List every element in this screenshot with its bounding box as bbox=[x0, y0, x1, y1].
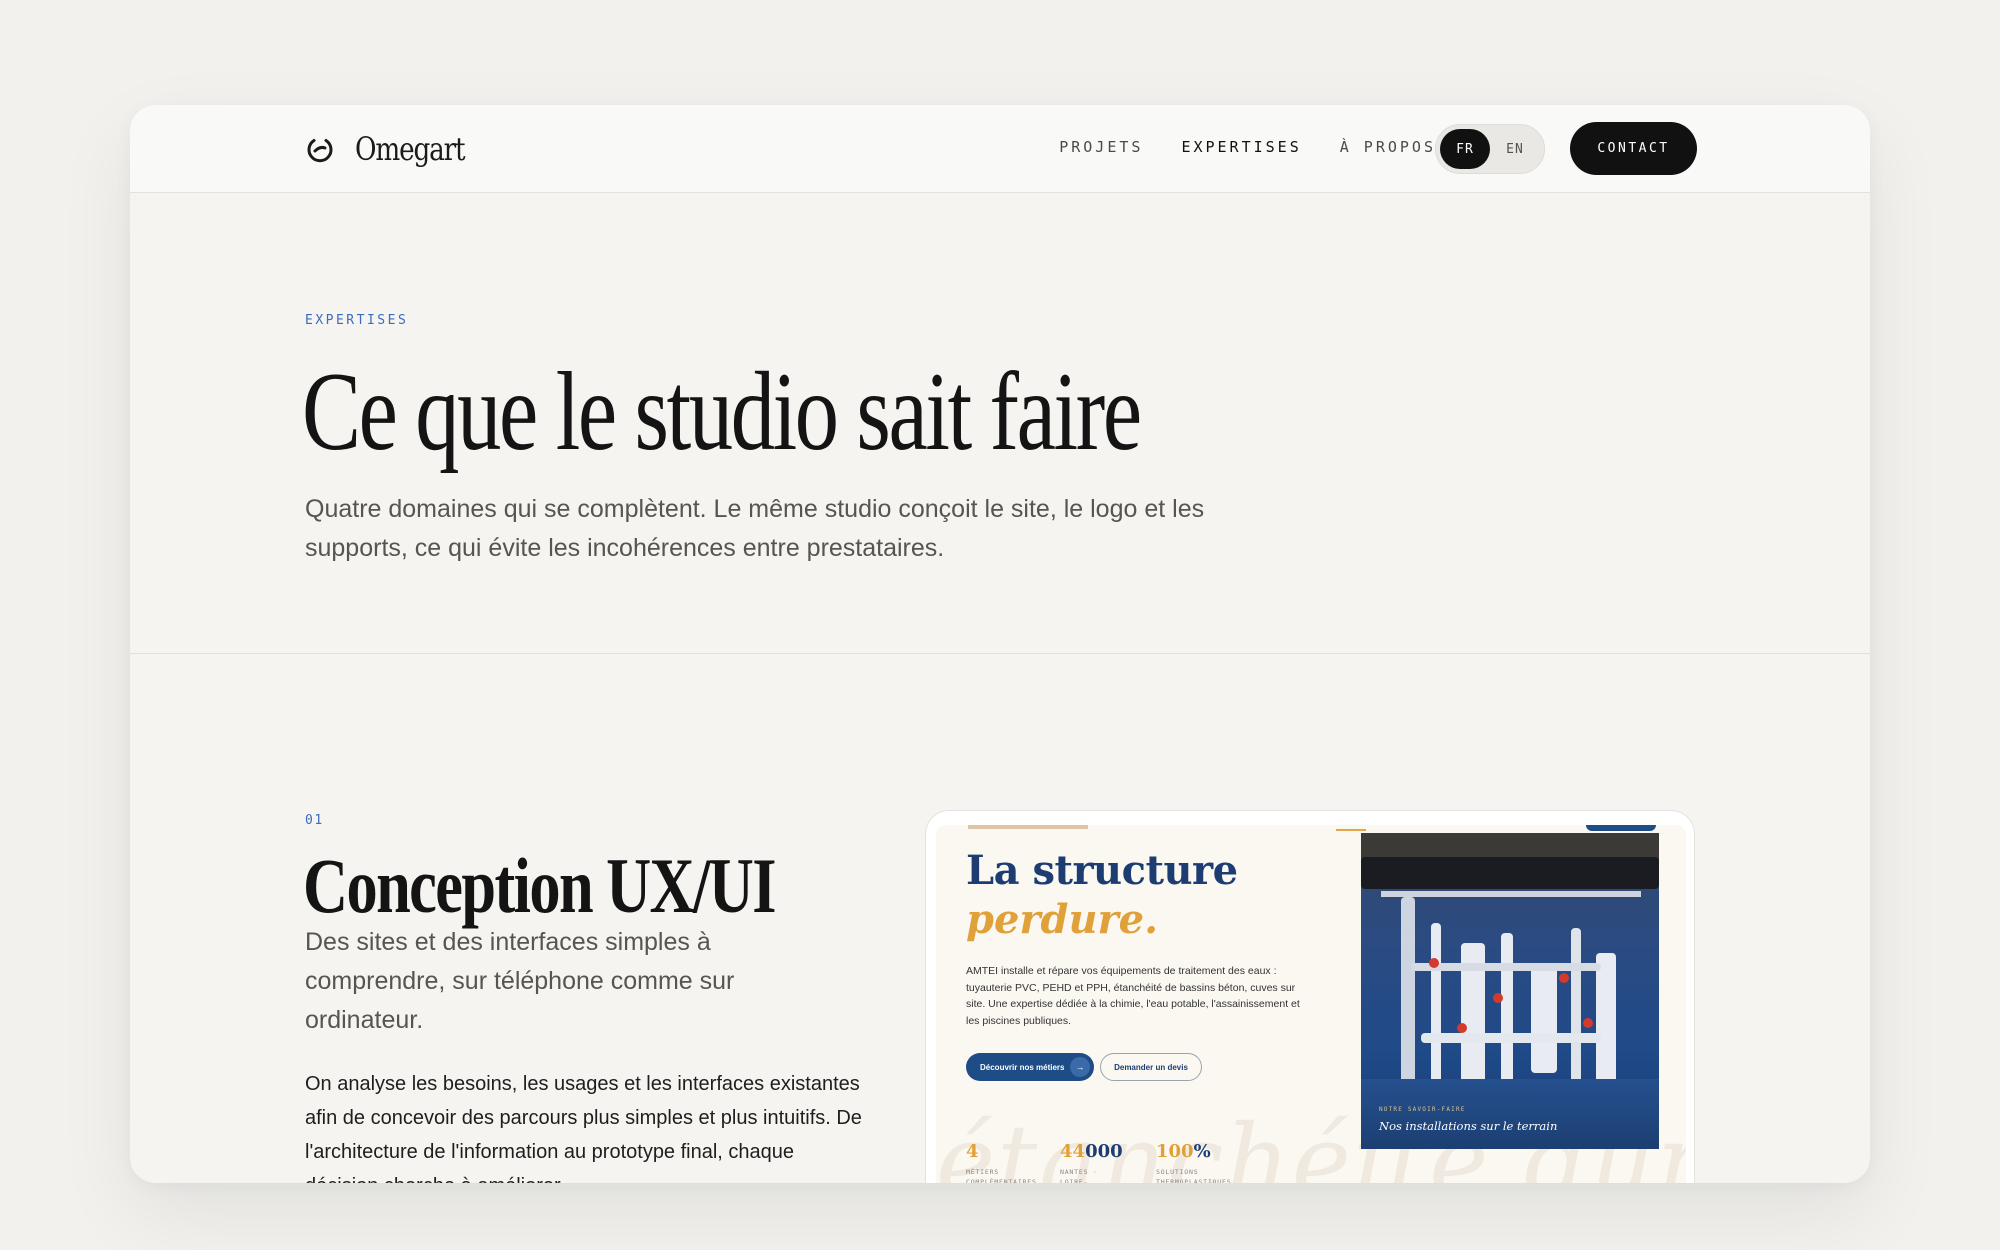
section-divider bbox=[130, 653, 1870, 654]
language-switcher: FR EN bbox=[1435, 124, 1545, 174]
stat-label: MÉTIERS COMPLÉMENTAIRES bbox=[966, 1168, 1037, 1183]
preview-stat: 100% SOLUTIONS THERMOPLASTIQUES bbox=[1156, 1141, 1236, 1183]
section-title: Conception UX/UI bbox=[303, 842, 776, 929]
page-title: Ce que le studio sait faire bbox=[302, 350, 1142, 474]
preview-primary-button: Découvrir nos métiers → bbox=[966, 1053, 1094, 1081]
section-subtitle: Des sites et des interfaces simples à co… bbox=[305, 928, 735, 1034]
preview-secondary-button: Demander un devis bbox=[1100, 1053, 1202, 1081]
page-eyebrow: EXPERTISES bbox=[305, 313, 409, 328]
preview-ghost-button bbox=[1586, 825, 1656, 831]
preview-stat: 4 MÉTIERS COMPLÉMENTAIRES bbox=[966, 1141, 1056, 1183]
brand-name: Omegart bbox=[355, 130, 466, 168]
page-lead: Quatre domaines qui se complètent. Le mê… bbox=[305, 495, 1205, 562]
section-number: 01 bbox=[305, 813, 324, 828]
stat-value: 4 bbox=[966, 1141, 979, 1162]
project-preview-card: étanchéité dur La structure perdure. AMT… bbox=[925, 810, 1695, 1183]
stat-value: 100% bbox=[1156, 1141, 1211, 1162]
preview-heading-line2: perdure. bbox=[966, 896, 1158, 943]
stat-value: 44000 bbox=[1060, 1141, 1123, 1162]
preview-primary-label: Découvrir nos métiers bbox=[980, 1062, 1065, 1072]
preview-stat: 44000 NANTES · LOIRE-ATLANTIQUE bbox=[1060, 1141, 1124, 1183]
lang-fr-button[interactable]: FR bbox=[1440, 129, 1490, 169]
photo-label: NOTRE SAVOIR-FAIRE bbox=[1379, 1106, 1466, 1113]
preview-heading-line1: La structure bbox=[966, 847, 1238, 894]
arrow-right-icon: → bbox=[1070, 1057, 1090, 1077]
nav-a-propos[interactable]: À PROPOS bbox=[1340, 138, 1436, 156]
browser-window: Omegart PROJETS EXPERTISES À PROPOS FR E… bbox=[130, 105, 1870, 1183]
lang-en-button[interactable]: EN bbox=[1490, 129, 1540, 169]
nav-expertises[interactable]: EXPERTISES bbox=[1181, 138, 1301, 156]
preview-ghost-line bbox=[1336, 829, 1366, 831]
stat-label: NANTES · LOIRE-ATLANTIQUE bbox=[1060, 1168, 1098, 1183]
stat-label: SOLUTIONS THERMOPLASTIQUES bbox=[1156, 1168, 1232, 1183]
omega-logo-icon bbox=[307, 139, 333, 163]
preview-installation-photo: NOTRE SAVOIR-FAIRE Nos installations sur… bbox=[1361, 833, 1659, 1149]
photo-caption: Nos installations sur le terrain bbox=[1379, 1119, 1558, 1133]
main-nav: PROJETS EXPERTISES À PROPOS bbox=[1059, 138, 1436, 156]
preview-screenshot: étanchéité dur La structure perdure. AMT… bbox=[936, 825, 1686, 1183]
nav-projets[interactable]: PROJETS bbox=[1059, 138, 1143, 156]
brand-logo[interactable]: Omegart bbox=[305, 128, 488, 170]
section-body: On analyse les besoins, les usages et le… bbox=[305, 1073, 862, 1183]
preview-ghost-nav bbox=[968, 825, 1088, 829]
preview-paragraph: AMTEI installe et répare vos équipements… bbox=[966, 965, 1300, 1027]
contact-button[interactable]: CONTACT bbox=[1570, 122, 1697, 175]
site-header: Omegart PROJETS EXPERTISES À PROPOS FR E… bbox=[130, 105, 1870, 193]
